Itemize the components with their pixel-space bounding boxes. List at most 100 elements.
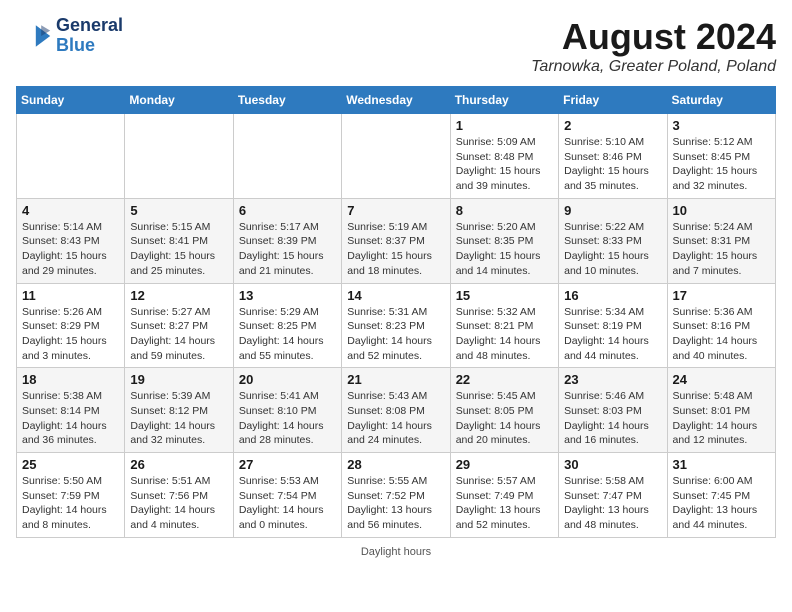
day-number: 24 bbox=[673, 372, 770, 387]
calendar-day-cell: 30Sunrise: 5:58 AM Sunset: 7:47 PM Dayli… bbox=[559, 453, 667, 538]
day-info: Sunrise: 5:15 AM Sunset: 8:41 PM Dayligh… bbox=[130, 220, 227, 279]
calendar-day-cell: 13 Sunrise: 5:29 AM Sunset: 8:25 PM Dayli… bbox=[233, 283, 341, 368]
day-number: 27 bbox=[239, 457, 336, 472]
day-number: 4 bbox=[22, 203, 119, 218]
day-number: 26 bbox=[130, 457, 227, 472]
calendar-day-cell: 28 Sunrise: 5:55 AM Sunset: 7:52 PM Dayli… bbox=[342, 453, 450, 538]
calendar-header-cell: Friday bbox=[559, 87, 667, 114]
calendar-day-cell: 29 Sunrise: 5:57 AM Sunset: 7:49 PM Dayli… bbox=[450, 453, 558, 538]
calendar-day-cell: 31 Sunrise: 6:00 AM Sunset: 7:45 PM Dayli… bbox=[667, 453, 775, 538]
calendar-week-row: 11Sunrise: 5:26 AM Sunset: 8:29 PM Dayli… bbox=[17, 283, 776, 368]
calendar-header-row: SundayMondayTuesdayWednesdayThursdayFrid… bbox=[17, 87, 776, 114]
calendar-week-row: 25 Sunrise: 5:50 AM Sunset: 7:59 PM Dayli… bbox=[17, 453, 776, 538]
day-info: Sunrise: 5:53 AM Sunset: 7:54 PM Dayligh… bbox=[239, 474, 336, 533]
calendar-header-cell: Saturday bbox=[667, 87, 775, 114]
calendar-day-cell: 2 Sunrise: 5:10 AM Sunset: 8:46 PM Daylig… bbox=[559, 114, 667, 199]
calendar-day-cell: 16 Sunrise: 5:34 AM Sunset: 8:19 PM Dayli… bbox=[559, 283, 667, 368]
calendar-day-cell: 6 Sunrise: 5:17 AM Sunset: 8:39 PM Daylig… bbox=[233, 198, 341, 283]
day-number: 10 bbox=[673, 203, 770, 218]
day-number: 8 bbox=[456, 203, 553, 218]
calendar-day-cell: 3 Sunrise: 5:12 AM Sunset: 8:45 PM Daylig… bbox=[667, 114, 775, 199]
calendar-day-cell: 19 Sunrise: 5:39 AM Sunset: 8:12 PM Dayli… bbox=[125, 368, 233, 453]
day-number: 6 bbox=[239, 203, 336, 218]
day-number: 20 bbox=[239, 372, 336, 387]
calendar-day-cell: 25 Sunrise: 5:50 AM Sunset: 7:59 PM Dayli… bbox=[17, 453, 125, 538]
calendar-day-cell: 21 Sunrise: 5:43 AM Sunset: 8:08 PM Dayli… bbox=[342, 368, 450, 453]
day-number: 5 bbox=[130, 203, 227, 218]
title-block: August 2024 Tarnowka, Greater Poland, Po… bbox=[531, 16, 776, 76]
calendar-day-cell: 12 Sunrise: 5:27 AM Sunset: 8:27 PM Dayli… bbox=[125, 283, 233, 368]
day-number: 16 bbox=[564, 288, 661, 303]
day-number: 9 bbox=[564, 203, 661, 218]
calendar-day-cell: 27 Sunrise: 5:53 AM Sunset: 7:54 PM Dayli… bbox=[233, 453, 341, 538]
day-number: 3 bbox=[673, 118, 770, 133]
day-info: Sunrise: 5:50 AM Sunset: 7:59 PM Dayligh… bbox=[22, 474, 119, 533]
day-number: 25 bbox=[22, 457, 119, 472]
calendar-week-row: 18Sunrise: 5:38 AM Sunset: 8:14 PM Dayli… bbox=[17, 368, 776, 453]
location-title: Tarnowka, Greater Poland, Poland bbox=[531, 58, 776, 76]
calendar-day-cell: 11Sunrise: 5:26 AM Sunset: 8:29 PM Dayli… bbox=[17, 283, 125, 368]
day-info: Sunrise: 5:51 AM Sunset: 7:56 PM Dayligh… bbox=[130, 474, 227, 533]
day-info: Sunrise: 6:00 AM Sunset: 7:45 PM Dayligh… bbox=[673, 474, 770, 533]
calendar-day-cell bbox=[17, 114, 125, 199]
day-info: Sunrise: 5:10 AM Sunset: 8:46 PM Dayligh… bbox=[564, 135, 661, 194]
day-info: Sunrise: 5:32 AM Sunset: 8:21 PM Dayligh… bbox=[456, 305, 553, 364]
day-number: 2 bbox=[564, 118, 661, 133]
day-number: 28 bbox=[347, 457, 444, 472]
day-number: 31 bbox=[673, 457, 770, 472]
day-number: 23 bbox=[564, 372, 661, 387]
calendar-header-cell: Monday bbox=[125, 87, 233, 114]
calendar-header-cell: Wednesday bbox=[342, 87, 450, 114]
day-info: Sunrise: 5:41 AM Sunset: 8:10 PM Dayligh… bbox=[239, 389, 336, 448]
month-title: August 2024 bbox=[531, 16, 776, 58]
day-number: 15 bbox=[456, 288, 553, 303]
day-number: 12 bbox=[130, 288, 227, 303]
day-info: Sunrise: 5:12 AM Sunset: 8:45 PM Dayligh… bbox=[673, 135, 770, 194]
day-info: Sunrise: 5:43 AM Sunset: 8:08 PM Dayligh… bbox=[347, 389, 444, 448]
footer-note: Daylight hours bbox=[16, 546, 776, 558]
day-info: Sunrise: 5:36 AM Sunset: 8:16 PM Dayligh… bbox=[673, 305, 770, 364]
day-number: 18 bbox=[22, 372, 119, 387]
day-info: Sunrise: 5:17 AM Sunset: 8:39 PM Dayligh… bbox=[239, 220, 336, 279]
calendar-day-cell: 17 Sunrise: 5:36 AM Sunset: 8:16 PM Dayli… bbox=[667, 283, 775, 368]
calendar-day-cell: 9 Sunrise: 5:22 AM Sunset: 8:33 PM Daylig… bbox=[559, 198, 667, 283]
calendar-day-cell: 23Sunrise: 5:46 AM Sunset: 8:03 PM Dayli… bbox=[559, 368, 667, 453]
calendar-day-cell: 20 Sunrise: 5:41 AM Sunset: 8:10 PM Dayli… bbox=[233, 368, 341, 453]
day-info: Sunrise: 5:09 AM Sunset: 8:48 PM Dayligh… bbox=[456, 135, 553, 194]
day-info: Sunrise: 5:34 AM Sunset: 8:19 PM Dayligh… bbox=[564, 305, 661, 364]
calendar-day-cell: 5 Sunrise: 5:15 AM Sunset: 8:41 PM Daylig… bbox=[125, 198, 233, 283]
calendar-day-cell: 26 Sunrise: 5:51 AM Sunset: 7:56 PM Dayli… bbox=[125, 453, 233, 538]
calendar-day-cell: 18Sunrise: 5:38 AM Sunset: 8:14 PM Dayli… bbox=[17, 368, 125, 453]
calendar-header-cell: Tuesday bbox=[233, 87, 341, 114]
day-info: Sunrise: 5:19 AM Sunset: 8:37 PM Dayligh… bbox=[347, 220, 444, 279]
day-number: 19 bbox=[130, 372, 227, 387]
day-number: 11 bbox=[22, 288, 119, 303]
day-info: Sunrise: 5:27 AM Sunset: 8:27 PM Dayligh… bbox=[130, 305, 227, 364]
calendar-week-row: 4Sunrise: 5:14 AM Sunset: 8:43 PM Daylig… bbox=[17, 198, 776, 283]
calendar-body: 1Sunrise: 5:09 AM Sunset: 8:48 PM Daylig… bbox=[17, 114, 776, 538]
day-info: Sunrise: 5:31 AM Sunset: 8:23 PM Dayligh… bbox=[347, 305, 444, 364]
day-number: 17 bbox=[673, 288, 770, 303]
day-number: 14 bbox=[347, 288, 444, 303]
day-number: 13 bbox=[239, 288, 336, 303]
calendar-day-cell: 24Sunrise: 5:48 AM Sunset: 8:01 PM Dayli… bbox=[667, 368, 775, 453]
logo-text: General Blue bbox=[56, 16, 123, 56]
day-info: Sunrise: 5:58 AM Sunset: 7:47 PM Dayligh… bbox=[564, 474, 661, 533]
calendar-day-cell: 1Sunrise: 5:09 AM Sunset: 8:48 PM Daylig… bbox=[450, 114, 558, 199]
logo: General Blue bbox=[16, 16, 123, 56]
calendar-day-cell bbox=[125, 114, 233, 199]
day-info: Sunrise: 5:22 AM Sunset: 8:33 PM Dayligh… bbox=[564, 220, 661, 279]
day-number: 22 bbox=[456, 372, 553, 387]
calendar-day-cell: 8 Sunrise: 5:20 AM Sunset: 8:35 PM Daylig… bbox=[450, 198, 558, 283]
day-number: 21 bbox=[347, 372, 444, 387]
day-info: Sunrise: 5:39 AM Sunset: 8:12 PM Dayligh… bbox=[130, 389, 227, 448]
calendar-day-cell: 15 Sunrise: 5:32 AM Sunset: 8:21 PM Dayli… bbox=[450, 283, 558, 368]
day-info: Sunrise: 5:57 AM Sunset: 7:49 PM Dayligh… bbox=[456, 474, 553, 533]
calendar-day-cell: 4Sunrise: 5:14 AM Sunset: 8:43 PM Daylig… bbox=[17, 198, 125, 283]
day-info: Sunrise: 5:29 AM Sunset: 8:25 PM Dayligh… bbox=[239, 305, 336, 364]
day-number: 29 bbox=[456, 457, 553, 472]
day-info: Sunrise: 5:45 AM Sunset: 8:05 PM Dayligh… bbox=[456, 389, 553, 448]
day-info: Sunrise: 5:20 AM Sunset: 8:35 PM Dayligh… bbox=[456, 220, 553, 279]
calendar-header-cell: Sunday bbox=[17, 87, 125, 114]
day-info: Sunrise: 5:55 AM Sunset: 7:52 PM Dayligh… bbox=[347, 474, 444, 533]
